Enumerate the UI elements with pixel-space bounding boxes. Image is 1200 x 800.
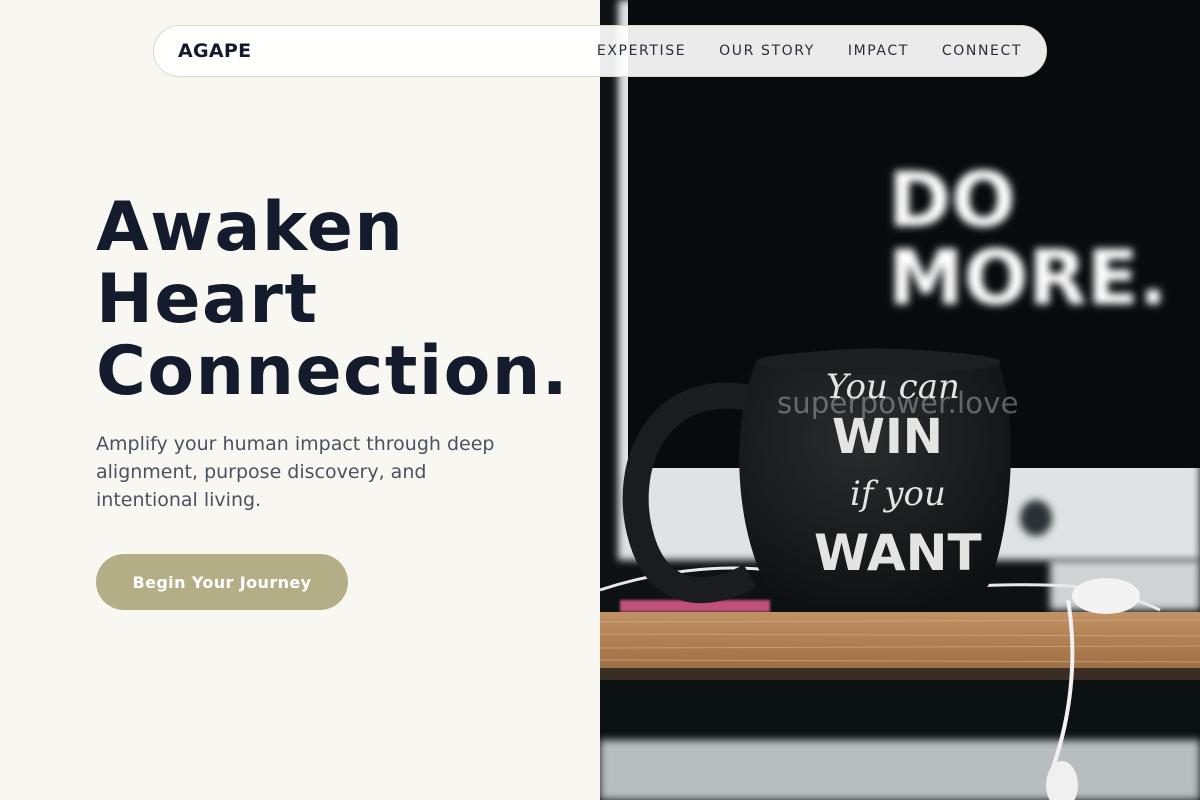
sign-text-line-2: MORE. (888, 233, 1168, 322)
sign-text-line-1: DO (888, 155, 1016, 244)
nav-link-our-story[interactable]: OUR STORY (719, 43, 815, 59)
nav-link-connect[interactable]: CONNECT (942, 43, 1022, 59)
mug-text-line-3: if you (850, 474, 946, 514)
top-navbar: AGAPE EXPERTISE OUR STORY IMPACT CONNECT (153, 25, 1047, 77)
hero-title-line: Awaken (96, 188, 405, 267)
hero-title-line: Connection. (96, 332, 570, 411)
mug-text-line-4: WANT (814, 524, 982, 582)
nav-link-impact[interactable]: IMPACT (848, 43, 909, 59)
brand-logo[interactable]: AGAPE (178, 40, 251, 62)
hero-title: Awaken Heart Connection. (96, 192, 569, 408)
nav-link-expertise[interactable]: EXPERTISE (597, 43, 686, 59)
hero-title-line: Heart (96, 260, 319, 339)
hero-subtitle: Amplify your human impact through deep a… (96, 433, 495, 511)
begin-journey-button[interactable]: Begin Your Journey (96, 554, 348, 610)
nav-links: EXPERTISE OUR STORY IMPACT CONNECT (597, 43, 1022, 59)
watermark-text: superpower.love (777, 386, 1019, 420)
